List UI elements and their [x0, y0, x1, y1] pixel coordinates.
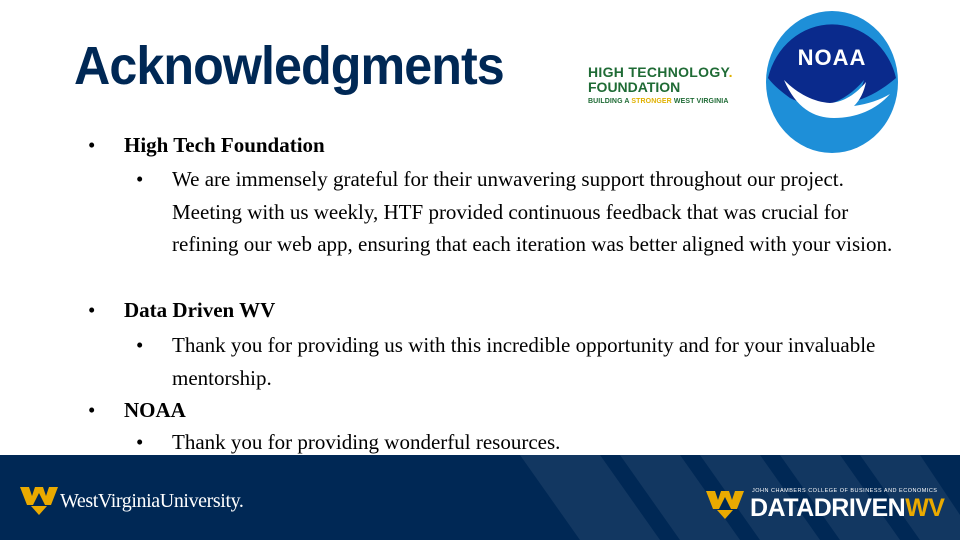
bullet-icon: • [88, 298, 96, 322]
datadrivenwv-logo: JOHN CHAMBERS COLLEGE OF BUSINESS AND EC… [706, 485, 946, 525]
datadrivenwv-wordmark: DATADRIVENWV [750, 494, 945, 522]
flying-wv-icon [706, 491, 744, 519]
section-heading-ddwv: Data Driven WV [124, 298, 276, 322]
slide-content: • High Tech Foundation • We are immensel… [0, 0, 960, 460]
bullet-icon: • [88, 398, 96, 422]
wvu-wordmark: WestVirginiaUniversity. [60, 490, 244, 512]
bullet-icon: • [88, 133, 96, 157]
footer-band: WestVirginiaUniversity. JOHN CHAMBERS CO… [0, 455, 960, 540]
bullet-icon: • [136, 167, 144, 191]
section-item-noaa: Thank you for providing wonderful resour… [172, 430, 561, 454]
section-heading-htf: High Tech Foundation [124, 133, 325, 157]
section-item-ddwv: Thank you for providing us with this inc… [172, 333, 876, 390]
section-heading-noaa: NOAA [124, 398, 186, 422]
bullet-icon: • [136, 430, 144, 454]
section-item-htf: We are immensely grateful for their unwa… [172, 167, 893, 256]
wvu-logo: WestVirginiaUniversity. [20, 483, 270, 519]
slide: Acknowledgments HIGH TECHNOLOGY. FOUNDAT… [0, 0, 960, 540]
bullet-icon: • [136, 333, 144, 357]
flying-wv-icon [20, 487, 58, 515]
